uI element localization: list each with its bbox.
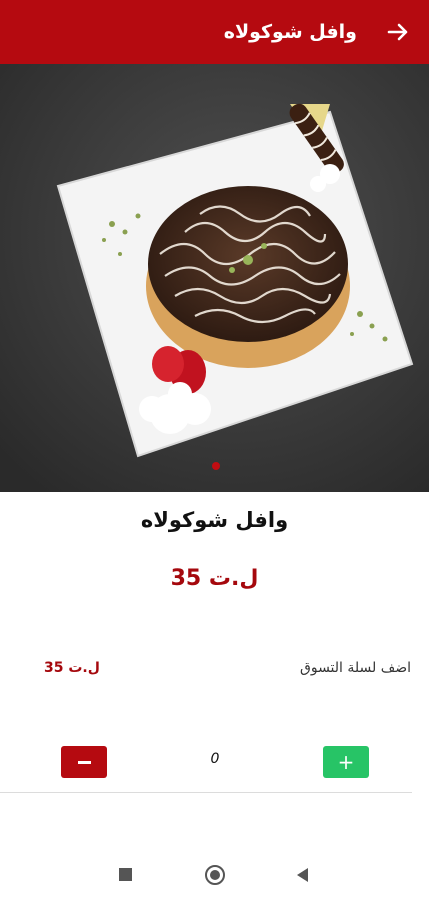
increase-quantity-button[interactable]: + (323, 746, 369, 778)
minus-icon (77, 760, 91, 764)
product-image (0, 64, 429, 492)
back-triangle-icon[interactable] (297, 868, 308, 882)
add-to-cart-row: اضف لسلة التسوق 35 ل.ت (0, 660, 429, 684)
quantity-stepper: 0 + (0, 746, 429, 778)
app-bar: وافل شوكولاه (0, 0, 429, 64)
quantity-value: 0 (210, 751, 220, 767)
home-circle-icon[interactable] (205, 865, 225, 885)
system-navigation-bar (0, 850, 429, 900)
product-price: 35 ل.ت (170, 566, 259, 591)
cart-total-price: 35 ل.ت (44, 660, 100, 676)
add-to-cart-label: اضف لسلة التسوق (299, 660, 411, 676)
page-title: وافل شوكولاه (223, 21, 357, 43)
product-name: وافل شوكولاه (140, 508, 289, 532)
divider (0, 792, 412, 793)
recents-square-icon[interactable] (119, 868, 132, 881)
decrease-quantity-button[interactable] (61, 746, 107, 778)
back-arrow-icon[interactable] (385, 19, 411, 45)
plus-icon: + (337, 750, 355, 774)
carousel-indicator-dot[interactable] (212, 462, 220, 470)
